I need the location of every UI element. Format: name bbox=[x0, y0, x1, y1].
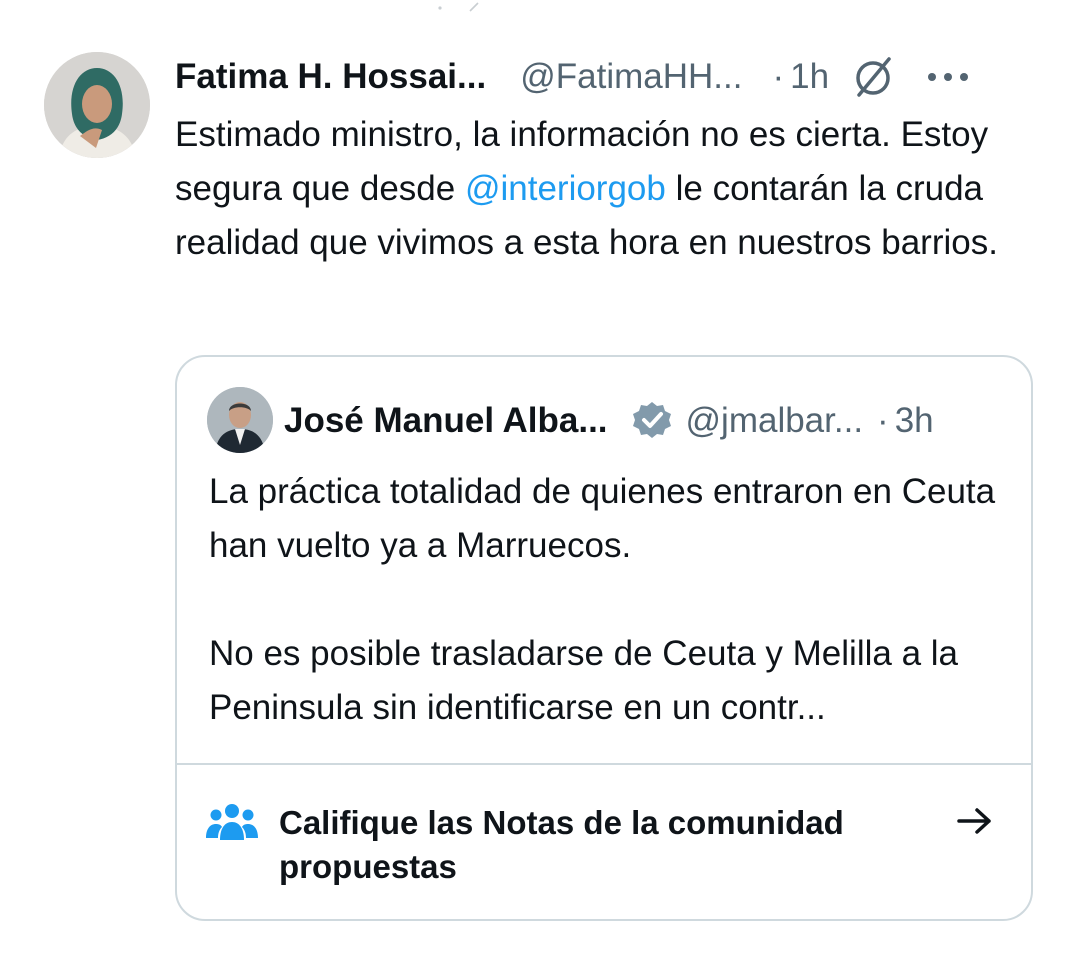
verified-badge-icon bbox=[632, 402, 671, 438]
quoted-author-name[interactable]: José Manuel Alba... bbox=[284, 401, 608, 441]
quoted-author-avatar[interactable] bbox=[207, 387, 273, 453]
more-icon[interactable] bbox=[925, 67, 971, 87]
separator-dot: · bbox=[772, 57, 785, 96]
partial-top-glyph bbox=[438, 2, 479, 12]
tweet-header: Fatima H. Hossai... @FatimaHH... · 1h bbox=[175, 56, 1045, 98]
people-icon bbox=[206, 804, 258, 840]
author-avatar[interactable] bbox=[44, 52, 150, 158]
quoted-paragraph: La práctica totalidad de quienes entraro… bbox=[209, 472, 996, 565]
community-notes-label[interactable]: Califique las Notas de la comunidad prop… bbox=[279, 801, 939, 889]
quoted-tweet-card[interactable]: José Manuel Alba... @jmalbar... · 3h La … bbox=[175, 355, 1033, 921]
quoted-tweet-text: La práctica totalidad de quienes entraro… bbox=[209, 465, 1019, 735]
quoted-paragraph: No es posible trasladarse de Ceuta y Mel… bbox=[209, 634, 958, 727]
quoted-author-handle[interactable]: @jmalbar... bbox=[686, 401, 864, 441]
arrow-right-icon[interactable] bbox=[955, 805, 995, 837]
author-handle[interactable]: @FatimaHH... bbox=[520, 57, 742, 97]
separator-dot: · bbox=[877, 401, 889, 440]
tweet-time[interactable]: 1h bbox=[790, 57, 829, 97]
quoted-tweet-header: José Manuel Alba... @jmalbar... · 3h bbox=[284, 397, 1024, 445]
quoted-tweet-time[interactable]: 3h bbox=[895, 401, 934, 441]
mention-link[interactable]: @interiorgob bbox=[465, 169, 666, 208]
author-name[interactable]: Fatima H. Hossai... bbox=[175, 57, 486, 97]
tweet-text: Estimado ministro, la información no es … bbox=[175, 108, 1035, 270]
grok-icon[interactable] bbox=[849, 53, 897, 101]
community-notes-prompt[interactable]: Califique las Notas de la comunidad prop… bbox=[177, 763, 1031, 919]
